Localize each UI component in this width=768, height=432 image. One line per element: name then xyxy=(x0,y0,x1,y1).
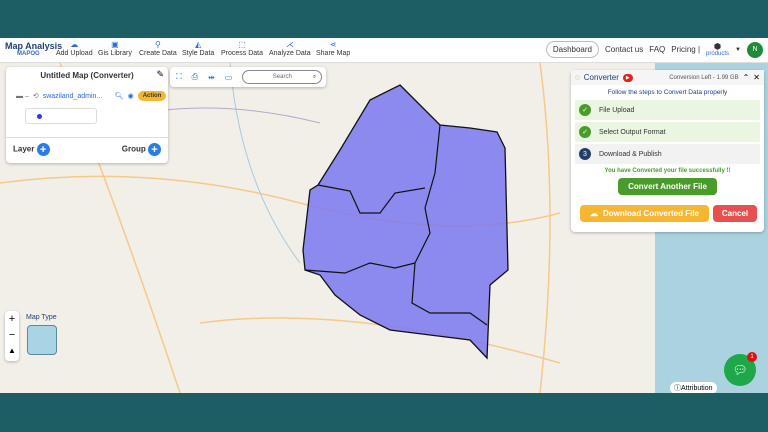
layer-name[interactable]: swaziland_admin... xyxy=(43,93,111,100)
chat-badge: 1 xyxy=(747,352,757,362)
layer-panel: Untitled Map (Converter) ✎ ▬ – ⟲ swazila… xyxy=(6,67,168,163)
library-icon: ▣ xyxy=(111,40,119,50)
zoom-in-button[interactable]: + xyxy=(5,311,19,327)
conversion-left: Conversion Left - 1.99 GB xyxy=(669,75,738,81)
attribution-label: Attribution xyxy=(681,385,713,392)
step-download-publish: 3 Download & Publish xyxy=(575,144,760,164)
download-button[interactable]: ☁ Download Converted File xyxy=(580,205,709,222)
converter-title: Converter xyxy=(584,73,619,82)
zoom-controls: + − ▲ xyxy=(5,311,19,361)
step-label: Download & Publish xyxy=(599,151,662,158)
zoom-out-button[interactable]: − xyxy=(5,327,19,343)
step-label: File Upload xyxy=(599,107,634,114)
instructions: Follow the steps to Convert Data properl… xyxy=(571,89,764,96)
collapse-icon[interactable]: ⌃ xyxy=(743,73,750,82)
faq-link[interactable]: FAQ xyxy=(649,45,665,54)
check-icon: ✓ xyxy=(579,104,591,116)
process-icon: ⬚ xyxy=(238,40,246,50)
contact-link[interactable]: Contact us xyxy=(605,45,643,54)
convert-another-button[interactable]: Convert Another File xyxy=(618,178,717,195)
measure-icon[interactable]: ⇹ xyxy=(208,73,215,82)
spinner-icon: ◌ xyxy=(575,73,580,82)
nav-label: Share Map xyxy=(316,50,350,57)
layer-style-swatch[interactable] xyxy=(25,108,97,124)
step-number: 3 xyxy=(579,148,591,160)
map-toolbar: ⛶ ⎙ ⇹ ▭ Search ⌕ xyxy=(170,67,326,87)
action-button[interactable]: Action xyxy=(138,91,167,101)
cloud-download-icon: ☁ xyxy=(590,209,598,218)
cancel-button[interactable]: Cancel xyxy=(713,205,757,222)
visibility-icon[interactable]: ◉ xyxy=(128,92,134,100)
chat-icon: 💬︎ xyxy=(732,363,747,377)
step-label: Select Output Format xyxy=(599,129,666,136)
fullscreen-icon[interactable]: ⛶ xyxy=(176,72,182,82)
nav-label: Create Data xyxy=(139,50,177,57)
chevron-down-icon[interactable]: ▼ xyxy=(735,47,741,53)
logo[interactable]: Map AnalysisMAPOG xyxy=(5,41,62,57)
success-message: You have Converted your file successfull… xyxy=(571,168,764,174)
comment-icon[interactable]: ▭ xyxy=(225,73,233,82)
analyze-icon: ⋌ xyxy=(286,40,294,50)
nav-label: Add Upload xyxy=(56,50,93,57)
nav-style-data[interactable]: ◭Style Data xyxy=(182,40,214,57)
search-icon[interactable]: ⌕ xyxy=(313,74,316,81)
products-label: products xyxy=(706,51,729,57)
nav-gis-library[interactable]: ▣Gis Library xyxy=(98,40,132,57)
map-type-label: Map Type xyxy=(26,314,57,321)
chat-button[interactable]: 💬︎1 xyxy=(724,354,756,386)
dashboard-button[interactable]: Dashboard xyxy=(546,41,599,58)
add-layer-button[interactable]: + xyxy=(37,143,50,156)
nav-add-upload[interactable]: ☁Add Upload xyxy=(56,40,93,57)
add-layer[interactable]: Layer + xyxy=(13,143,50,156)
add-group[interactable]: Group + xyxy=(122,143,161,156)
pricing-link[interactable]: Pricing | xyxy=(671,45,700,54)
search-input[interactable]: Search ⌕ xyxy=(242,70,322,84)
paint-icon: ◭ xyxy=(195,40,201,50)
logo-title: Map Analysis xyxy=(5,41,62,51)
share-icon: ⋖ xyxy=(330,40,337,50)
nav-create-data[interactable]: ⚲Create Data xyxy=(139,40,177,57)
top-navbar: Map AnalysisMAPOG ☁Add Upload ▣Gis Libra… xyxy=(0,38,768,63)
cube-icon: ⬢ xyxy=(714,42,721,51)
converter-panel: ◌ Converter ▶ Conversion Left - 1.99 GB … xyxy=(571,70,764,232)
layer-type-icon: ⟲ xyxy=(33,92,39,100)
map-type-thumbnail[interactable] xyxy=(27,325,57,355)
download-label: Download Converted File xyxy=(603,209,699,218)
check-icon: ✓ xyxy=(579,126,591,138)
layer-label: Layer xyxy=(13,145,34,154)
close-icon[interactable]: ✕ xyxy=(753,73,760,82)
products-menu[interactable]: ⬢products xyxy=(706,42,729,57)
pin-icon: ⚲ xyxy=(155,40,161,50)
avatar[interactable]: N xyxy=(747,42,763,58)
drag-handle-icon[interactable]: ▬ – xyxy=(16,93,29,100)
nav-label: Gis Library xyxy=(98,50,132,57)
youtube-icon[interactable]: ▶ xyxy=(623,74,633,82)
nav-share-map[interactable]: ⋖Share Map xyxy=(316,40,350,57)
print-icon[interactable]: ⎙ xyxy=(192,72,198,82)
upload-icon: ☁ xyxy=(70,40,78,50)
attribution-button[interactable]: ⓘAttribution xyxy=(670,382,717,393)
nav-label: Process Data xyxy=(221,50,263,57)
step-select-output: ✓ Select Output Format xyxy=(575,122,760,142)
swaziland-admin-polygons[interactable] xyxy=(303,85,508,358)
map-title: Untitled Map (Converter) xyxy=(6,71,168,80)
info-icon: ⓘ xyxy=(674,385,681,392)
add-group-button[interactable]: + xyxy=(148,143,161,156)
edit-pencil-icon[interactable]: ✎ xyxy=(156,69,164,80)
point-color-icon xyxy=(37,114,42,119)
nav-label: Analyze Data xyxy=(269,50,311,57)
north-arrow-icon[interactable]: ▲ xyxy=(5,343,19,359)
group-label: Group xyxy=(122,145,146,154)
nav-label: Style Data xyxy=(182,50,214,57)
search-placeholder: Search xyxy=(273,74,292,80)
nav-analyze-data[interactable]: ⋌Analyze Data xyxy=(269,40,311,57)
app-window: Map AnalysisMAPOG ☁Add Upload ▣Gis Libra… xyxy=(0,38,768,393)
nav-process-data[interactable]: ⬚Process Data xyxy=(221,40,263,57)
zoom-to-layer-icon[interactable]: 🔍︎ xyxy=(115,92,124,100)
step-file-upload: ✓ File Upload xyxy=(575,100,760,120)
